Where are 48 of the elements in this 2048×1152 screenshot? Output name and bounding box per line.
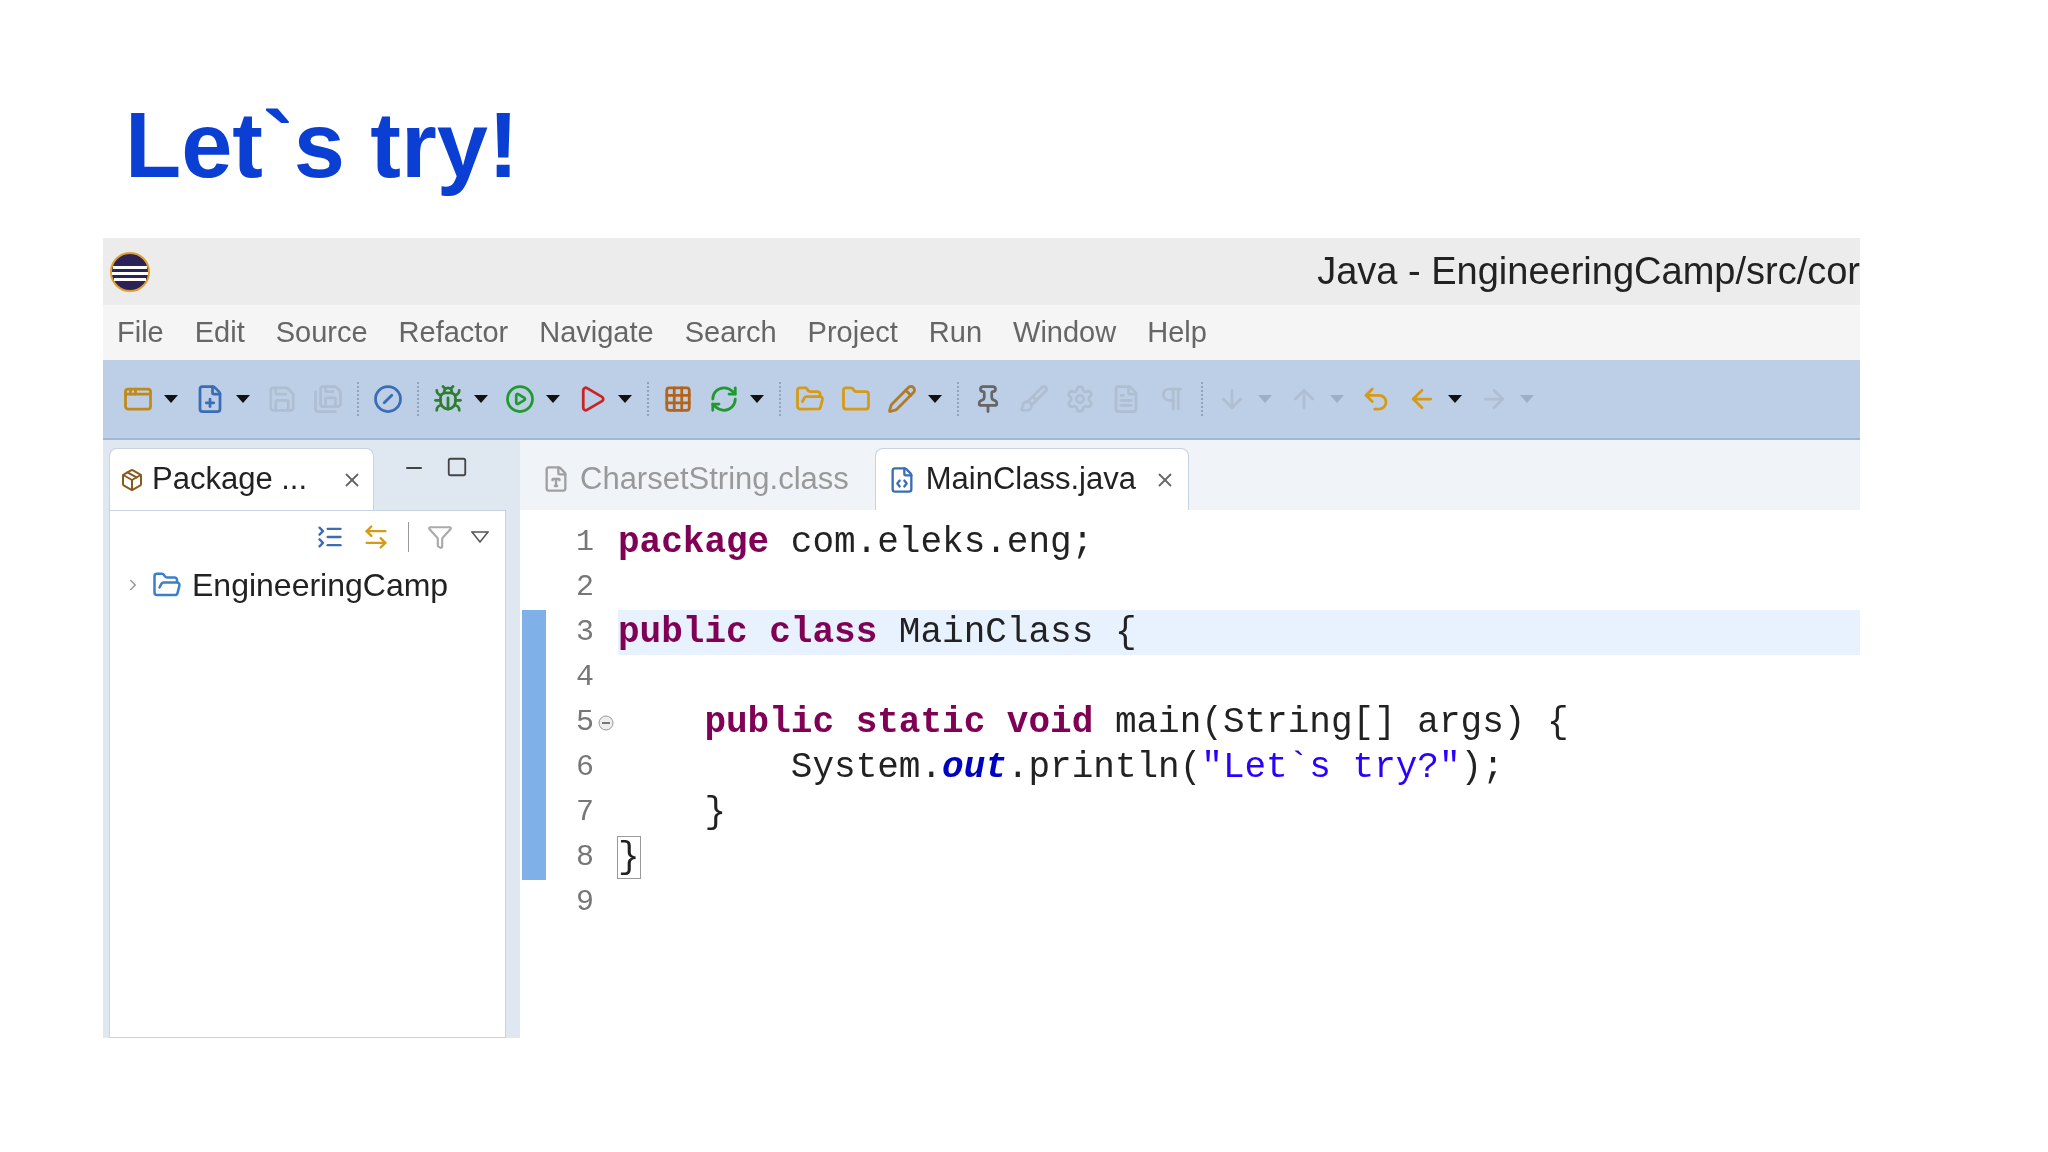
package-icon <box>120 467 144 492</box>
caret-icon[interactable] <box>1447 394 1463 404</box>
line-number: 1 <box>575 524 594 561</box>
bug-icon[interactable] <box>433 384 463 414</box>
menu-item[interactable]: Project <box>807 310 898 355</box>
line-number: 9 <box>575 884 594 921</box>
caret-icon[interactable] <box>927 394 943 404</box>
code-line: package com.eleks.eng; <box>618 520 1094 565</box>
menu-item[interactable]: Window <box>1013 310 1117 355</box>
menu-item[interactable]: Source <box>275 310 368 355</box>
menu-item[interactable]: Refactor <box>398 310 509 355</box>
code-line: System.out.println("Let`s try?"); <box>789 745 1504 790</box>
line-number: 5 <box>575 704 594 741</box>
menu-item[interactable]: Search <box>684 310 777 355</box>
maximize-icon[interactable] <box>446 456 468 478</box>
menu-item[interactable]: Edit <box>194 310 245 355</box>
menu-item[interactable]: Help <box>1147 310 1207 355</box>
collapse-icon[interactable] <box>598 714 614 731</box>
code-line: public class MainClass { <box>618 610 1137 655</box>
caret-icon[interactable] <box>473 394 489 404</box>
eclipse-logo-icon <box>109 250 151 293</box>
pen-icon[interactable] <box>887 384 917 414</box>
code-line: } <box>618 835 640 880</box>
caret-icon[interactable] <box>545 394 561 404</box>
editor-tab[interactable]: MainClass.java <box>874 448 1189 510</box>
code-line: public static void main(String[] args) { <box>703 700 1569 745</box>
menu-item[interactable]: Run <box>928 310 983 355</box>
menu-item[interactable]: Navigate <box>539 310 654 355</box>
refresh-icon[interactable] <box>709 384 739 414</box>
code-line: } <box>703 790 727 835</box>
caret-icon[interactable] <box>617 394 633 404</box>
line-number: 7 <box>575 794 594 831</box>
package-explorer-tab[interactable]: Package ... <box>109 448 374 510</box>
view-menu-icon[interactable] <box>471 531 489 543</box>
filter-icon[interactable] <box>427 524 453 550</box>
run-icon[interactable] <box>505 384 535 414</box>
menu-item[interactable]: File <box>117 310 164 355</box>
caret-icon[interactable] <box>235 394 251 404</box>
slide-title: Let`s try! <box>125 93 519 198</box>
tree-item[interactable]: EngineeringCamp <box>192 561 449 609</box>
line-number: 4 <box>575 659 594 696</box>
window-title: Java - EngineeringCamp/src/cor <box>1317 249 1860 294</box>
line-number: 6 <box>575 749 594 786</box>
line-number: 8 <box>575 839 594 876</box>
line-number: 2 <box>575 569 594 606</box>
caret-icon[interactable] <box>163 394 179 404</box>
caret-icon[interactable] <box>749 394 765 404</box>
line-number: 3 <box>575 614 594 651</box>
